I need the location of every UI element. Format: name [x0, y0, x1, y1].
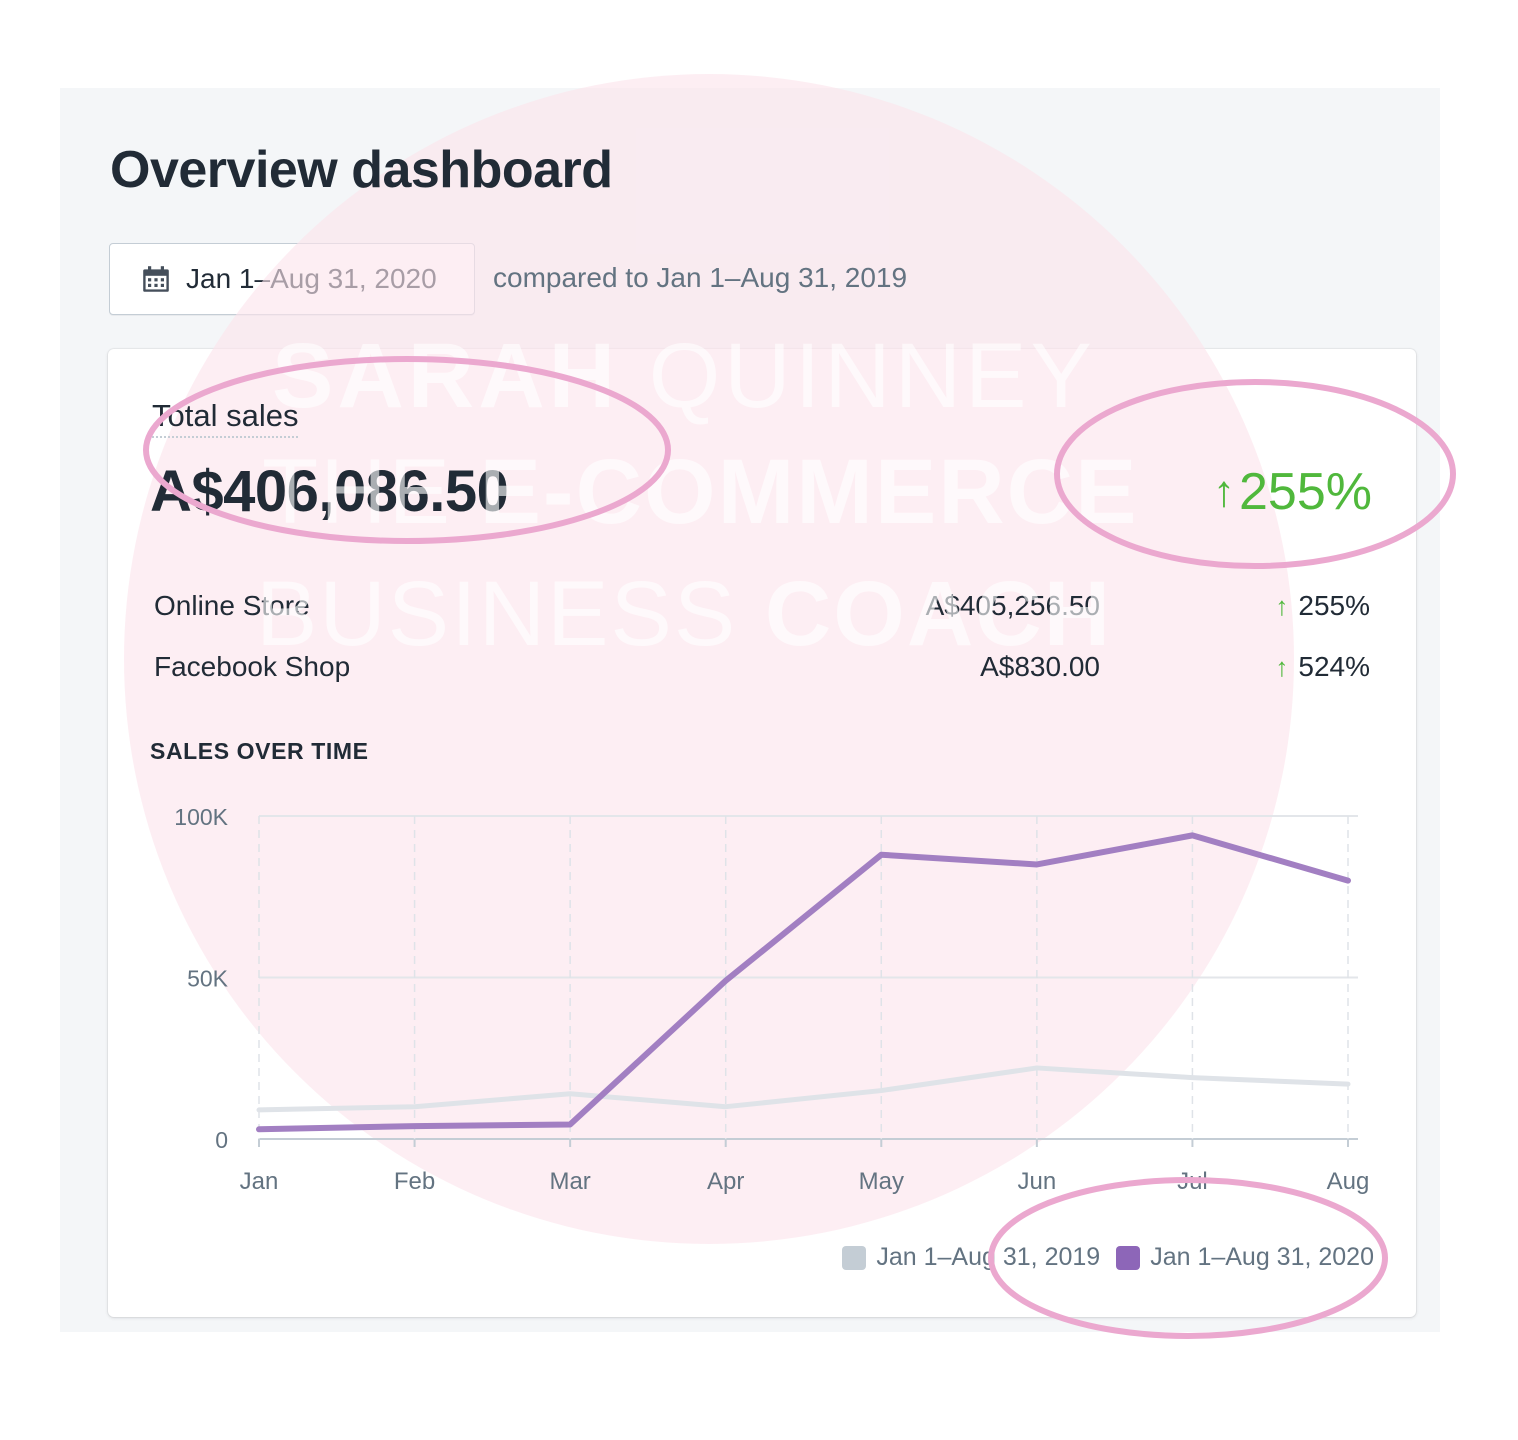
channel-change: ↑ 524% — [1275, 651, 1370, 683]
total-sales-value: A$406,086.50 — [150, 459, 509, 524]
page-title: Overview dashboard — [110, 141, 613, 199]
legend-swatch — [842, 1245, 867, 1270]
sales-over-time-title: SALES OVER TIME — [150, 738, 369, 764]
date-range-button[interactable]: Jan 1–Aug 31, 2020 — [109, 243, 475, 315]
arrow-up-icon: ↑ — [1213, 467, 1235, 516]
arrow-up-icon: ↑ — [1275, 591, 1289, 621]
channel-change-value: 255% — [1298, 590, 1370, 621]
comparison-text: compared to Jan 1–Aug 31, 2019 — [493, 262, 908, 293]
calendar-icon — [143, 266, 169, 292]
channel-change: ↑ 255% — [1275, 590, 1370, 622]
channel-change-value: 524% — [1298, 651, 1370, 682]
total-sales-label[interactable]: Total sales — [152, 398, 299, 438]
channel-name: Online Store — [154, 590, 310, 621]
channel-row-facebook-shop: Facebook Shop A$830.00 ↑ 524% — [154, 651, 1370, 691]
channel-amount: A$830.00 — [980, 651, 1100, 682]
legend-label: Jan 1–Aug 31, 2019 — [876, 1243, 1101, 1271]
channel-row-online-store: Online Store A$405,256.50 ↑ 255% — [154, 590, 1370, 630]
arrow-up-icon: ↑ — [1275, 652, 1289, 682]
total-sales-change-value: 255% — [1239, 463, 1372, 521]
channel-amount: A$405,256.50 — [925, 590, 1100, 621]
legend-label: Jan 1–Aug 31, 2020 — [1150, 1243, 1374, 1271]
legend-swatch — [1116, 1245, 1141, 1270]
chart-legend: Jan 1–Aug 31, 2019 Jan 1–Aug 31, 2020 — [826, 1243, 1374, 1272]
legend-item-2019[interactable]: Jan 1–Aug 31, 2019 — [842, 1243, 1100, 1272]
total-sales-change: ↑ 255% — [1213, 462, 1372, 522]
legend-item-2020[interactable]: Jan 1–Aug 31, 2020 — [1116, 1243, 1374, 1272]
channel-name: Facebook Shop — [154, 651, 351, 682]
date-range-label: Jan 1–Aug 31, 2020 — [186, 263, 437, 294]
